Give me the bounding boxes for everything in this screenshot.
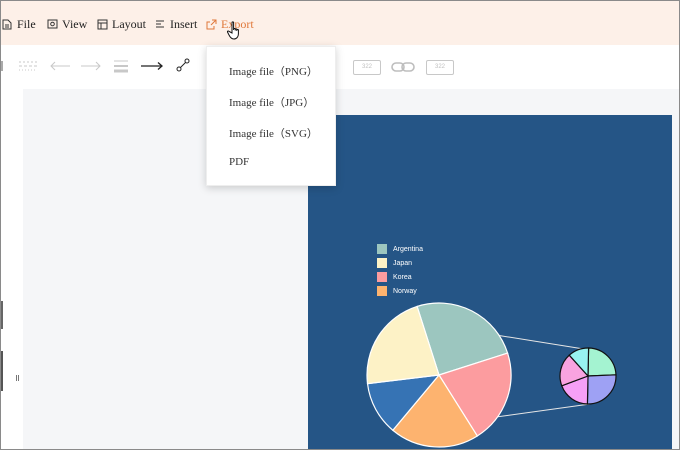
connector-line bbox=[495, 334, 591, 351]
export-svg-item[interactable]: Image file（SVG） bbox=[229, 125, 318, 141]
breakout-slice bbox=[586, 374, 617, 405]
app-window: File View Layout Insert Export 322 322 A… bbox=[0, 0, 680, 450]
export-pdf-item[interactable]: PDF bbox=[229, 156, 249, 168]
export-png-item[interactable]: Image file（PNG） bbox=[229, 63, 318, 79]
connector-line bbox=[495, 403, 591, 418]
export-jpg-item[interactable]: Image file（JPG） bbox=[229, 94, 314, 110]
export-dropdown: Image file（PNG） Image file（JPG） Image fi… bbox=[206, 46, 336, 186]
breakout-slice bbox=[587, 347, 617, 377]
pie-of-pie-chart bbox=[366, 302, 617, 448]
